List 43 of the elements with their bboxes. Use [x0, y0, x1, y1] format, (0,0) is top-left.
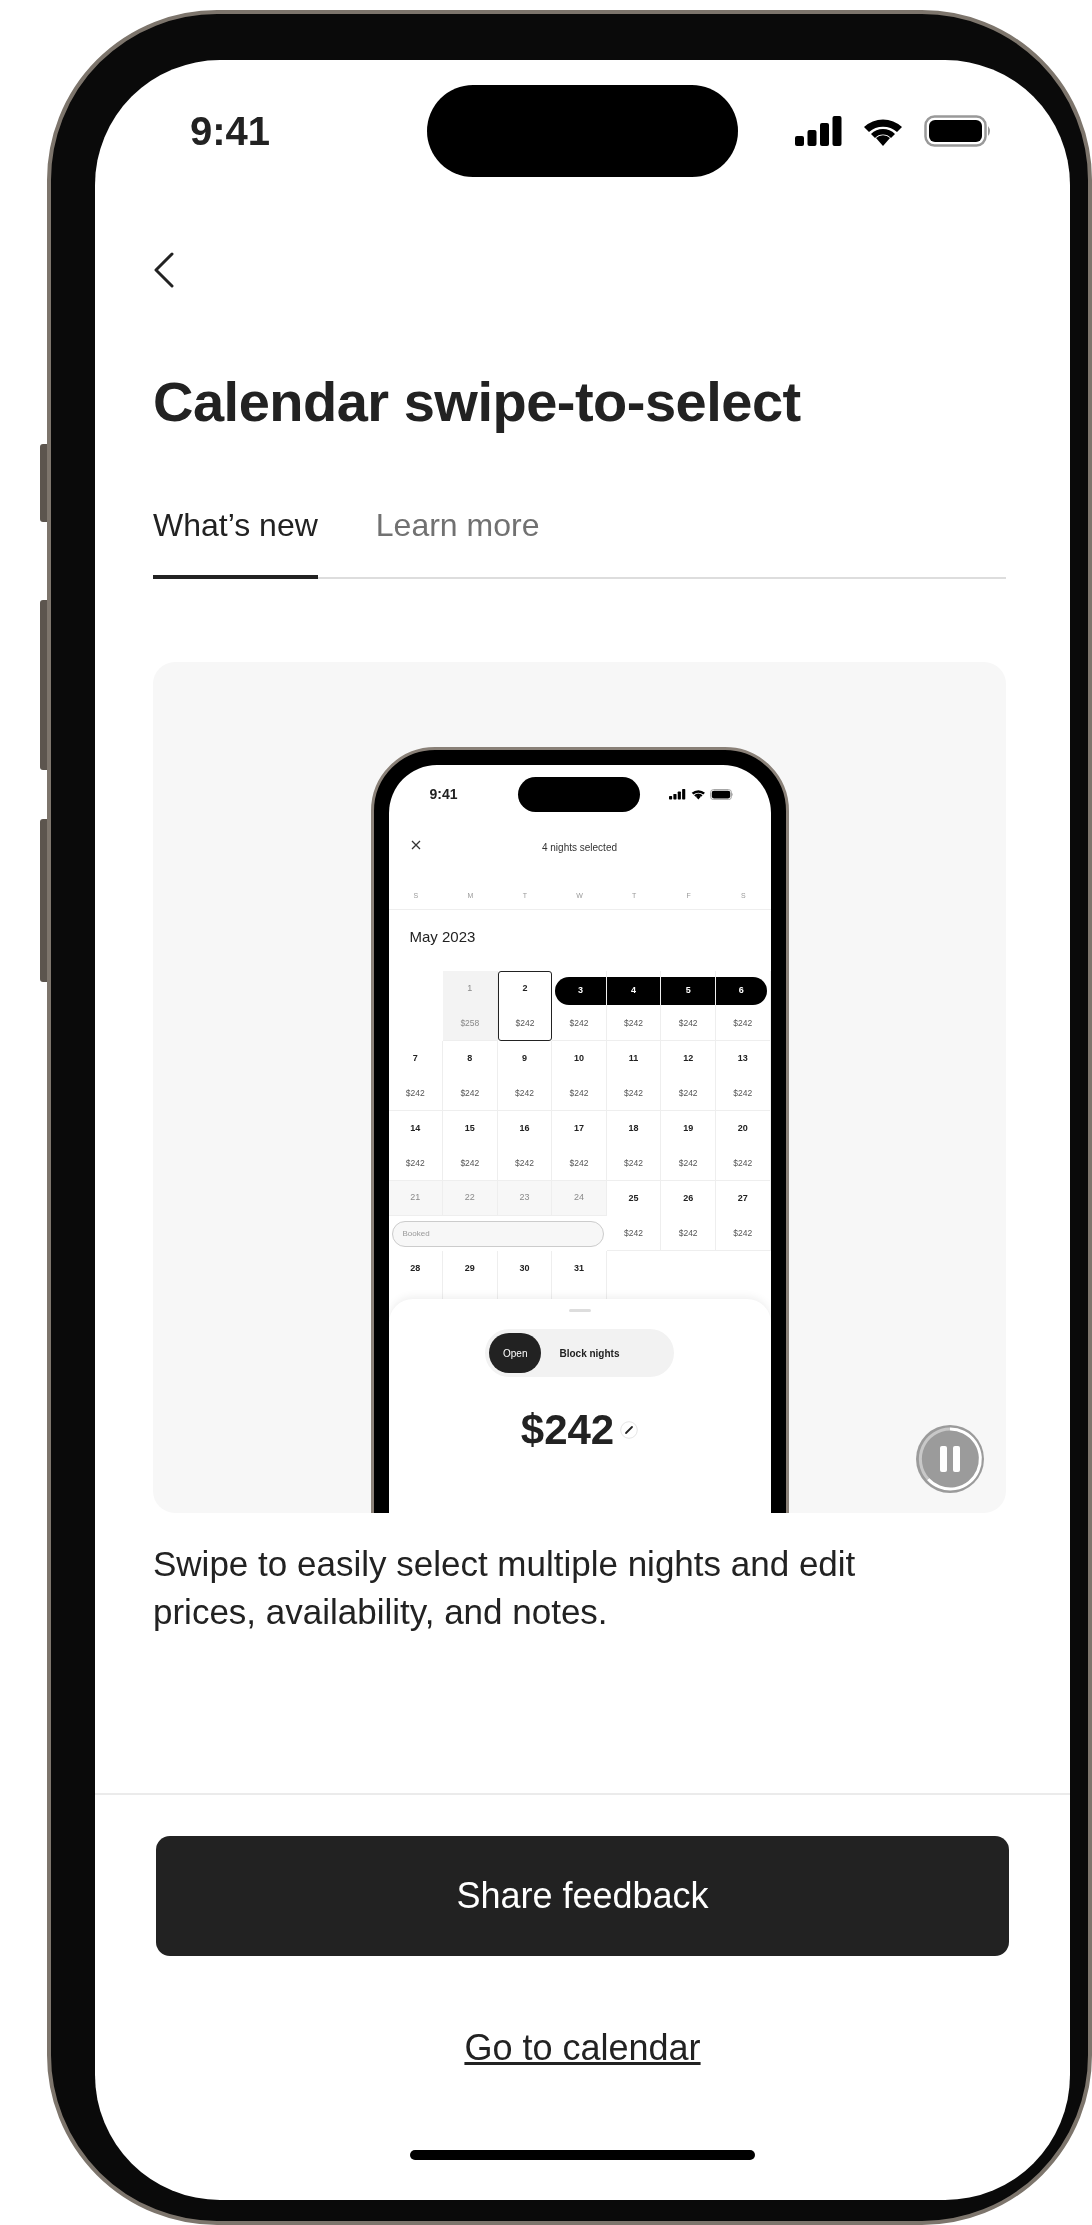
calendar-day[interactable]: 13 $242	[715, 1041, 771, 1112]
drag-handle[interactable]	[568, 1309, 591, 1313]
page-title: Calendar swipe-to-select	[153, 369, 802, 435]
status-time: 9:41	[188, 108, 272, 155]
share-feedback-button[interactable]: Share feedback	[156, 1836, 1009, 1956]
calendar-link[interactable]: Go to calendar	[464, 2025, 701, 2070]
wifi-icon	[690, 789, 706, 800]
nightly-price: $242	[520, 1409, 615, 1452]
pencil-icon[interactable]	[620, 1421, 639, 1440]
calendar-day[interactable]: 24	[552, 1181, 607, 1217]
calendar-day[interactable]: 20 $242	[715, 1111, 771, 1182]
battery-icon	[924, 115, 993, 147]
toggle-option[interactable]: Open	[489, 1333, 542, 1374]
close-icon[interactable]	[410, 840, 421, 851]
calendar-day[interactable]: 27 $242	[715, 1181, 771, 1252]
tab[interactable]: Learn more	[375, 501, 540, 580]
signal-icon	[669, 789, 686, 800]
month-title: May 2023	[409, 927, 477, 948]
calendar-day[interactable]: 8 $242	[443, 1041, 498, 1112]
calendar-day[interactable]: 4 $242	[606, 971, 662, 1042]
status-time: 9:41	[428, 785, 459, 805]
calendar-day[interactable]: 12 $242	[661, 1041, 716, 1112]
calendar-day[interactable]: 6 $242	[715, 971, 771, 1042]
calendar-day[interactable]: 25 $242	[606, 1181, 662, 1252]
calendar-day[interactable]: 11 $242	[606, 1041, 662, 1112]
description-text: Swipe to easily select multiple nights and edit prices, availability, and notes.	[153, 1543, 857, 1633]
calendar-day[interactable]: 18 $242	[606, 1111, 662, 1182]
toggle-option[interactable]: Block nights	[545, 1333, 634, 1374]
calendar-day[interactable]: 9 $242	[497, 1041, 553, 1112]
calendar-day[interactable]: 3 $242	[552, 971, 607, 1042]
calendar-day[interactable]: 22	[443, 1181, 498, 1217]
calendar-day[interactable]: 26 $242	[661, 1181, 716, 1252]
booked-label: Booked	[391, 1220, 604, 1247]
battery-icon	[710, 789, 735, 801]
calendar-day[interactable]: 10 $242	[552, 1041, 607, 1112]
calendar-header-title: 4 nights selected	[541, 840, 618, 855]
tab[interactable]: What’s new	[153, 501, 318, 580]
calendar-day[interactable]: 2 $242	[497, 971, 553, 1042]
calendar-day[interactable]: 5 $242	[661, 971, 716, 1042]
pause-button[interactable]	[914, 1423, 986, 1496]
calendar-day[interactable]: 19 $242	[661, 1111, 716, 1182]
signal-icon	[795, 116, 842, 146]
calendar-day[interactable]: 7 $242	[388, 1041, 444, 1112]
